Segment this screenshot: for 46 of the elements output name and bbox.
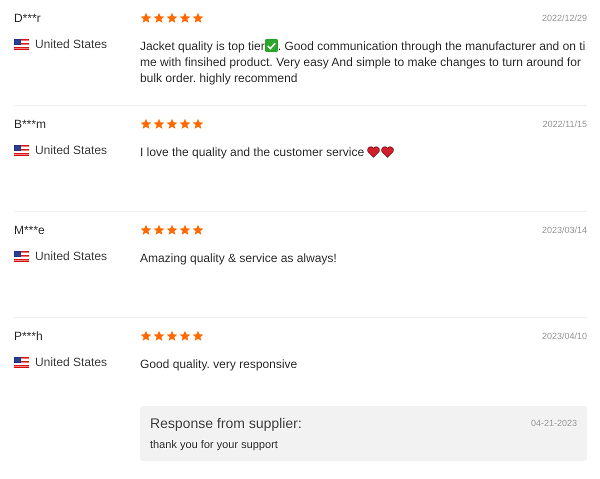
star-icon — [166, 224, 178, 236]
flag-icon — [14, 356, 29, 368]
response-date: 04-21-2023 — [530, 418, 577, 428]
heart-icon — [381, 146, 394, 158]
star-icon — [179, 224, 191, 236]
flag-icon — [14, 38, 29, 50]
star-icon — [166, 118, 178, 130]
star-icon — [192, 330, 204, 342]
reviewer-name: M***e — [14, 223, 46, 237]
review-text: Good quality. very responsive — [140, 356, 298, 372]
star-icon — [153, 224, 165, 236]
review-date: 2023/03/14 — [542, 225, 587, 235]
response-text: thank you for your support — [150, 439, 279, 451]
star-icon — [153, 12, 165, 24]
star-icon — [179, 118, 191, 130]
review-date: 2022/11/15 — [542, 119, 587, 129]
star-icon — [140, 330, 152, 342]
star-icon — [192, 224, 204, 236]
star-icon — [166, 330, 178, 342]
star-icon — [179, 12, 191, 24]
country-name: United States — [35, 37, 108, 51]
reviewer-name: B***m — [14, 117, 48, 131]
star-icon — [153, 330, 165, 342]
heart-icon — [367, 146, 380, 158]
star-icon — [140, 224, 152, 236]
reviewer-name: P***h — [14, 329, 44, 343]
review-text: Amazing quality & service as always! — [140, 250, 338, 266]
star-icon — [140, 118, 152, 130]
review-date: 2022/12/29 — [542, 13, 587, 23]
country-name: United States — [35, 143, 108, 157]
country-name: United States — [35, 355, 108, 369]
country-name: United States — [35, 249, 108, 263]
star-icon — [153, 118, 165, 130]
star-icon — [192, 118, 204, 130]
flag-icon — [14, 250, 29, 262]
review-text: I love the quality and the customer service — [140, 144, 587, 160]
check-mark-icon — [264, 39, 278, 52]
star-icon — [179, 330, 191, 342]
star-icon — [140, 12, 152, 24]
response-title: Response from supplier: — [150, 415, 302, 431]
flag-icon — [14, 144, 29, 156]
review-text: Jacket quality is top tier . Good communication through the manufacturer and on time with finsihed product. Very easy And simple to make changes to turn around for bulk order. highly recommend — [140, 38, 586, 86]
star-icon — [166, 12, 178, 24]
review-date: 2023/04/10 — [542, 331, 587, 341]
reviewer-name: D***r — [14, 11, 42, 25]
star-icon — [192, 12, 204, 24]
